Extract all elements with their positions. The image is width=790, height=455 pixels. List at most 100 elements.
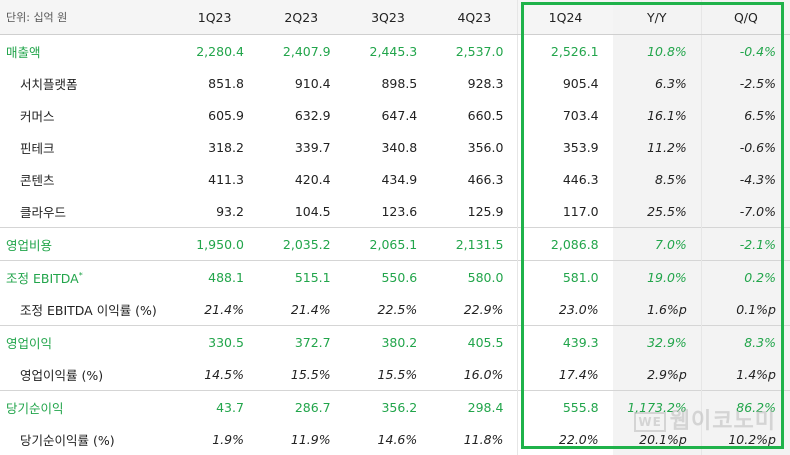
row-label-text: 클라우드 bbox=[20, 204, 67, 220]
table-cell: -7.0% bbox=[701, 195, 790, 228]
table-cell: 1.9% bbox=[212, 431, 244, 447]
table-cell: 32.9% bbox=[612, 325, 702, 358]
table-cell: 21.4% bbox=[290, 301, 331, 317]
table-cell: 8.3% bbox=[701, 325, 790, 358]
table-cell: 647.4 bbox=[381, 107, 418, 123]
row-label: 서치플랫폼 bbox=[0, 67, 171, 99]
table-cell: 356.2 bbox=[344, 390, 432, 423]
table-cell: 703.4 bbox=[562, 107, 599, 123]
table-cell: 2,407.9 bbox=[282, 43, 331, 59]
table-cell: 405.5 bbox=[431, 325, 519, 358]
table-cell: 93.2 bbox=[216, 203, 244, 219]
row-label: 콘텐츠 bbox=[0, 163, 171, 195]
table-row: 영업이익 330.5 372.7 380.2 405.5 439.3 32.9% 8.3% bbox=[0, 325, 790, 358]
table-cell: 580.0 bbox=[431, 260, 519, 293]
table-cell: 928.3 bbox=[431, 67, 519, 99]
table-row: 영업비용 1,950.0 2,035.2 2,065.1 2,131.5 2,086.8 7… bbox=[0, 227, 790, 261]
table-cell: 11.8% bbox=[431, 423, 519, 455]
row-label: 핀테크 bbox=[0, 131, 171, 163]
table-cell: 0.2% bbox=[701, 260, 790, 293]
table-cell: 353.9 bbox=[562, 139, 599, 155]
table-cell: 19.0% bbox=[612, 260, 702, 293]
table-cell: 23.0% bbox=[558, 301, 599, 317]
watermark-text: 웹이코노미 bbox=[669, 409, 776, 434]
table-cell: 14.6% bbox=[377, 431, 418, 447]
table-cell: 25.5% bbox=[612, 195, 702, 228]
table-cell: 2,065.1 bbox=[344, 227, 432, 261]
table-cell: 14.5% bbox=[204, 366, 244, 382]
table-cell: 123.6 bbox=[381, 203, 418, 219]
table-cell: 372.7 bbox=[257, 325, 345, 358]
table-cell: 356.0 bbox=[431, 131, 519, 163]
table-cell: 15.5% bbox=[290, 366, 331, 382]
table-row: 영업이익률 (%) 14.5% 15.5% 15.5% 16.0% 17.4% 2.9%p 1… bbox=[0, 358, 790, 391]
row-label-text: 매출액 bbox=[6, 44, 41, 60]
table-cell: 117.0 bbox=[562, 203, 599, 219]
col-header-2q23: 2Q23 bbox=[257, 0, 345, 35]
table-cell: 555.8 bbox=[517, 390, 613, 423]
table-cell: 434.9 bbox=[381, 171, 418, 187]
table-row: 클라우드 93.2 104.5 123.6 125.9 117.0 25.5% -7.0% bbox=[0, 195, 790, 228]
row-label-text: 영업이익률 (%) bbox=[20, 367, 104, 383]
table-cell: 851.8 bbox=[208, 75, 244, 91]
table-cell: 11.9% bbox=[290, 431, 331, 447]
table-cell: 605.9 bbox=[208, 107, 244, 123]
table-cell: 340.8 bbox=[381, 139, 418, 155]
row-label: 클라우드 bbox=[0, 195, 171, 228]
table-cell: 16.0% bbox=[431, 358, 519, 391]
unit-label: 단위: 십억 원 bbox=[0, 0, 172, 35]
row-label: 영업이익 bbox=[0, 325, 172, 358]
table-cell: 6.5% bbox=[701, 99, 790, 131]
earnings-table: 단위: 십억 원 1Q23 2Q23 3Q23 4Q23 1Q24 Y/Y Q/… bbox=[0, 0, 790, 455]
table-cell: 16.1% bbox=[612, 99, 702, 131]
table-cell: 515.1 bbox=[257, 260, 345, 293]
table-cell: 898.5 bbox=[381, 75, 418, 91]
row-label-text: 당기순이익 bbox=[6, 400, 64, 416]
table-row: 핀테크 318.2 339.7 340.8 356.0 353.9 11.2% -0.6% bbox=[0, 131, 790, 163]
table-cell: 330.5 bbox=[171, 325, 258, 358]
row-label-text: 콘텐츠 bbox=[20, 172, 55, 188]
col-header-yoy: Y/Y bbox=[612, 0, 702, 35]
col-header-1q23: 1Q23 bbox=[171, 0, 258, 35]
row-label-text: 서치플랫폼 bbox=[20, 76, 78, 92]
table-cell: 2,280.4 bbox=[196, 43, 244, 59]
table-cell: 380.2 bbox=[344, 325, 432, 358]
table-cell: 0.1%p bbox=[701, 293, 790, 326]
table-cell: 1.6%p bbox=[612, 293, 702, 326]
table-cell: -2.1% bbox=[701, 227, 790, 261]
row-label-text: 당기순이익률 (%) bbox=[20, 432, 115, 448]
table-cell: 488.1 bbox=[171, 260, 258, 293]
col-header-qoq: Q/Q bbox=[701, 0, 790, 35]
col-header-3q23: 3Q23 bbox=[344, 0, 432, 35]
watermark: WE 웹이코노미 bbox=[634, 403, 776, 435]
row-label: 조정 EBITDA 이익률 (%) bbox=[0, 293, 171, 326]
col-header-4q23: 4Q23 bbox=[431, 0, 519, 35]
table-cell: 2.9%p bbox=[612, 358, 702, 391]
table-cell: 905.4 bbox=[562, 75, 599, 91]
row-label-text: 조정 EBITDA 이익률 (%) bbox=[20, 302, 157, 318]
row-label: 당기순이익률 (%) bbox=[0, 423, 171, 455]
table-cell: 550.6 bbox=[344, 260, 432, 293]
col-header-1q24: 1Q24 bbox=[517, 0, 613, 35]
table-cell: 43.7 bbox=[171, 390, 258, 423]
table-cell: 439.3 bbox=[517, 325, 613, 358]
table-row: 매출액 2,280.4 2,407.9 2,445.3 2,537.0 2,526.1 10… bbox=[0, 34, 790, 67]
row-label: 조정 EBITDA* bbox=[0, 260, 172, 293]
table-cell: 660.5 bbox=[431, 99, 519, 131]
table-row: 콘텐츠 411.3 420.4 434.9 466.3 446.3 8.5% -4.3% bbox=[0, 163, 790, 195]
row-label-text: 핀테크 bbox=[20, 140, 55, 156]
table-cell: -2.5% bbox=[701, 67, 790, 99]
table-cell: 17.4% bbox=[558, 366, 599, 382]
table-cell: 2,035.2 bbox=[257, 227, 345, 261]
table-cell: 11.2% bbox=[612, 131, 702, 163]
row-label: 영업이익률 (%) bbox=[0, 358, 171, 391]
table-cell: 2,086.8 bbox=[517, 227, 613, 261]
table-cell: 446.3 bbox=[562, 171, 599, 187]
table-cell: 15.5% bbox=[377, 366, 418, 382]
table-cell: 466.3 bbox=[431, 163, 519, 195]
table-cell: 420.4 bbox=[294, 171, 331, 187]
table-cell: 1,950.0 bbox=[171, 227, 258, 261]
table-cell: 21.4% bbox=[204, 301, 244, 317]
table-cell: 22.9% bbox=[431, 293, 519, 326]
table-cell: 7.0% bbox=[612, 227, 702, 261]
